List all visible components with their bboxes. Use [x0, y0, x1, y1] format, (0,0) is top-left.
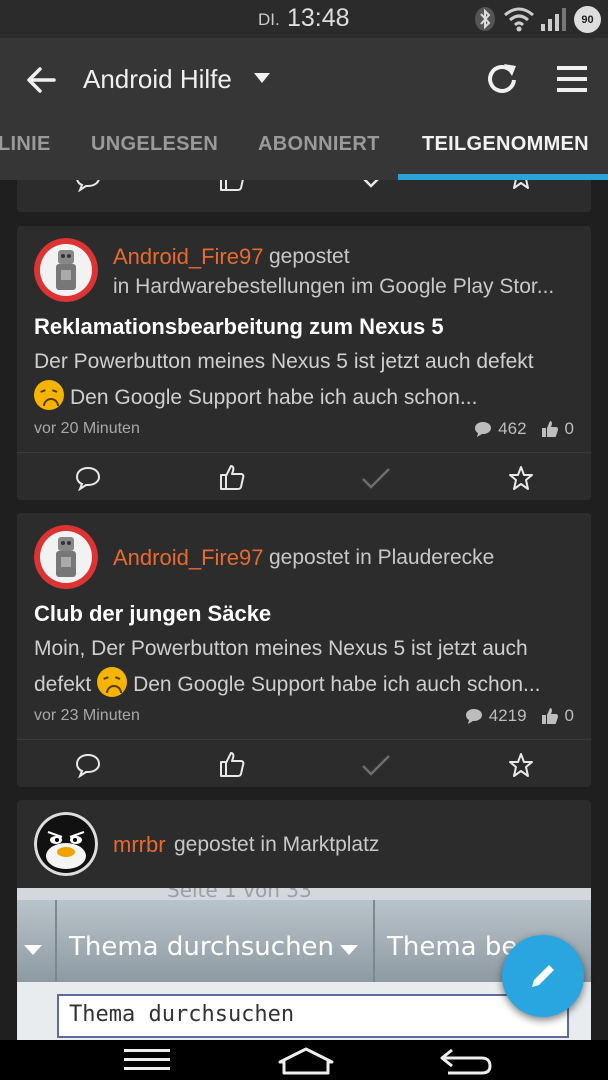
like-count-icon [541, 421, 558, 437]
post-action-bar [17, 739, 591, 787]
disappointed-emoji-icon [34, 380, 64, 410]
comment-icon[interactable] [75, 180, 101, 192]
dropdown-icon[interactable] [253, 72, 271, 84]
forum-title[interactable]: Android Hilfe [83, 64, 232, 95]
post-action: gepostet in Marktplatz [174, 833, 380, 856]
reply-count: 462 [498, 419, 527, 438]
post-time: vor 23 Minuten [34, 707, 140, 724]
post-author[interactable]: Android_Fire97 [113, 244, 263, 270]
refresh-icon[interactable] [485, 60, 521, 98]
post-card[interactable] [17, 180, 591, 212]
post-action: gepostet [269, 245, 350, 268]
tab-timeline[interactable]: LINIE [0, 133, 51, 156]
excerpt-line: Den Google Support habe ich auch schon..… [34, 380, 579, 416]
excerpt-text: defekt [34, 673, 92, 696]
excerpt-line: Der Powerbutton meines Nexus 5 ist jetzt… [34, 350, 534, 373]
hamburger-menu-icon[interactable] [556, 64, 588, 94]
post-action-bar [17, 452, 591, 500]
tab-participated[interactable]: TEILGENOMMEN [422, 133, 589, 156]
thumbs-up-icon[interactable] [218, 750, 246, 778]
post-card[interactable]: Android_Fire97 gepostet in Hardwarebeste… [17, 226, 591, 500]
reply-count: 4219 [488, 706, 527, 725]
preview-label: Thema be [387, 932, 518, 962]
post-location[interactable]: in Hardwarebestellungen im Google Play S… [113, 275, 554, 299]
post-stats: 4219 0 [465, 706, 574, 726]
comment-count-icon [465, 709, 482, 724]
check-icon[interactable] [361, 754, 391, 778]
post-author[interactable]: mrrbr [113, 832, 166, 858]
bluetooth-icon [475, 7, 495, 31]
preview-dropdown-icon [24, 945, 42, 955]
star-icon[interactable] [508, 752, 534, 778]
app-toolbar: Android Hilfe [0, 38, 608, 120]
comment-count-icon [475, 422, 492, 437]
post-card[interactable]: Android_Fire97 gepostet in Plauderecke C… [17, 513, 591, 787]
like-count-icon [541, 708, 558, 724]
avatar[interactable] [34, 812, 98, 876]
comment-icon[interactable] [75, 752, 101, 778]
post-action: gepostet in Plauderecke [269, 546, 495, 569]
preview-label: Thema durchsuchen [69, 932, 335, 962]
like-count: 0 [564, 419, 574, 438]
post-time: vor 20 Minuten [34, 420, 140, 437]
excerpt-line: Moin, Der Powerbutton meines Nexus 5 ist… [34, 637, 528, 660]
thumbs-up-icon[interactable] [218, 463, 246, 491]
post-action-bar [17, 180, 591, 212]
post-excerpt[interactable]: Der Powerbutton meines Nexus 5 ist jetzt… [34, 344, 579, 416]
menu-nav-icon[interactable] [122, 1046, 172, 1074]
battery-icon: 90 [574, 6, 601, 33]
post-title[interactable]: Reklamationsbearbeitung zum Nexus 5 [34, 314, 444, 340]
thumbs-up-icon[interactable] [218, 180, 246, 192]
new-post-button[interactable] [502, 935, 584, 1017]
home-nav-icon[interactable] [276, 1046, 336, 1076]
status-time: 13:48 [287, 4, 350, 32]
disappointed-emoji-icon [97, 667, 128, 697]
avatar[interactable] [34, 525, 98, 589]
status-day: DI. [258, 10, 280, 29]
post-stats: 462 0 [474, 419, 574, 439]
back-nav-icon[interactable] [438, 1046, 494, 1076]
status-bar: DI. 13:48 90 [0, 0, 608, 38]
comment-icon[interactable] [75, 465, 101, 491]
tab-bar: LINIE UNGELESEN ABONNIERT TEILGENOMMEN [0, 120, 608, 180]
signal-icon [541, 8, 566, 31]
excerpt-line: defekt Den Google Support habe ich auch … [34, 667, 579, 703]
post-excerpt[interactable]: Moin, Der Powerbutton meines Nexus 5 ist… [34, 631, 579, 703]
back-arrow-icon[interactable] [22, 60, 62, 100]
preview-dropdown-icon [340, 945, 358, 955]
excerpt-text: Den Google Support habe ich auch schon..… [70, 386, 478, 409]
like-count: 0 [564, 706, 574, 725]
pencil-icon [532, 965, 554, 987]
post-feed[interactable]: Android_Fire97 gepostet in Hardwarebeste… [0, 180, 608, 1040]
preview-field-text: Thema durchsuchen [69, 1002, 295, 1027]
check-icon[interactable] [361, 467, 391, 491]
excerpt-text: Den Google Support habe ich auch schon..… [133, 673, 541, 696]
avatar[interactable] [34, 238, 98, 302]
star-icon[interactable] [508, 465, 534, 491]
wifi-icon [504, 7, 534, 32]
post-author[interactable]: Android_Fire97 [113, 545, 263, 571]
check-icon[interactable] [361, 180, 391, 190]
tab-unread[interactable]: UNGELESEN [91, 133, 218, 156]
star-icon[interactable] [508, 180, 534, 190]
post-card[interactable]: mrrbr gepostet in Marktplatz Seite 1 von… [17, 800, 591, 1040]
post-title[interactable]: Club der jungen Säcke [34, 601, 271, 627]
system-nav-bar [0, 1040, 608, 1080]
tab-subscribed[interactable]: ABONNIERT [258, 133, 380, 156]
